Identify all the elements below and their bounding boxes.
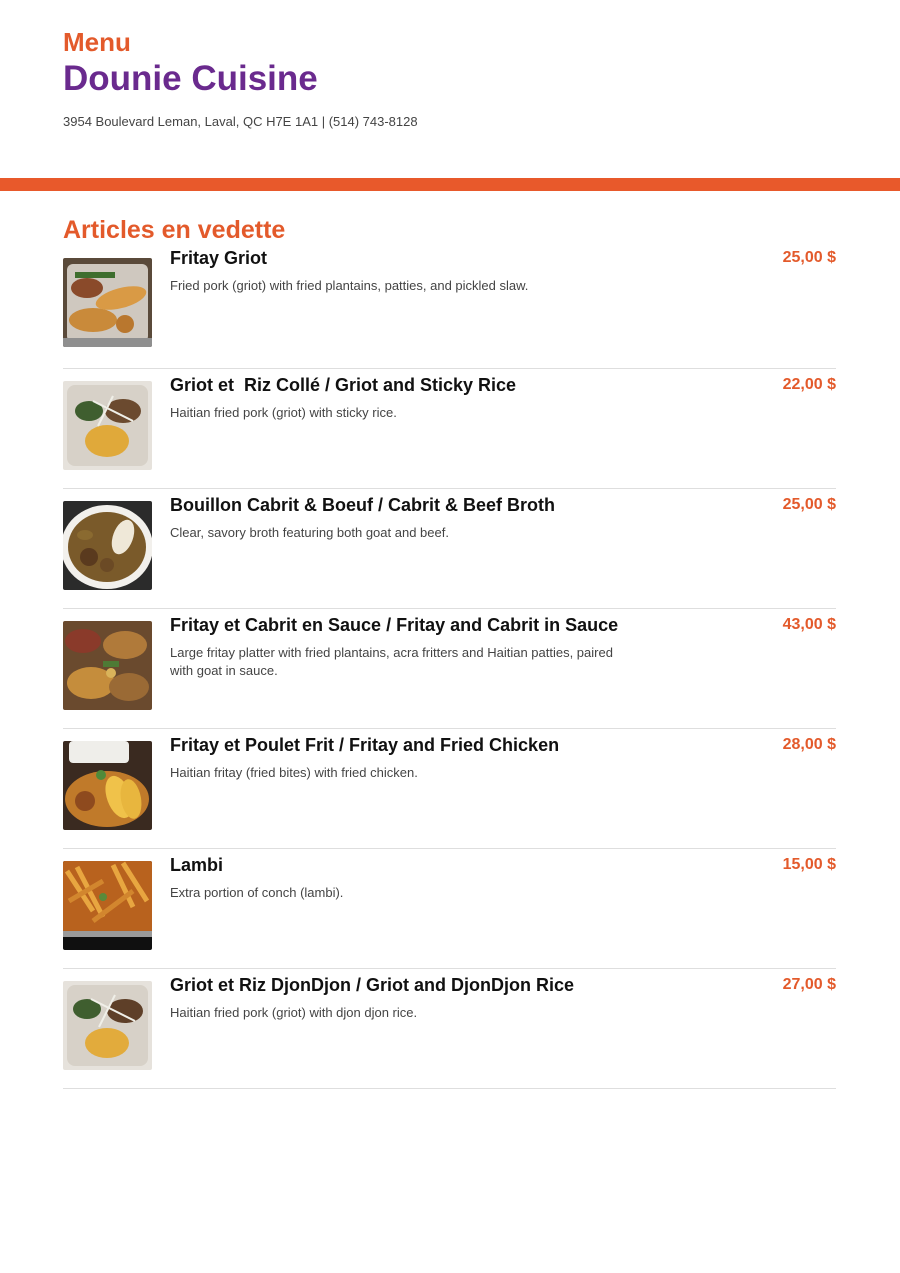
item-price: 28,00 $: [782, 736, 836, 753]
menu-item[interactable]: Lambi Extra portion of conch (lambi). 15…: [63, 849, 836, 969]
item-name: Fritay et Cabrit en Sauce / Fritay and C…: [170, 615, 619, 635]
item-description: Haitian fried pork (griot) with sticky r…: [170, 405, 397, 420]
item-name: Griot et Riz DjonDjon / Griot and DjonDj…: [170, 975, 574, 995]
item-name: Bouillon Cabrit & Boeuf / Cabrit & Beef …: [170, 495, 555, 515]
item-description: Fried pork (griot) with fried plantains,…: [170, 278, 529, 293]
item-description: Haitian fried pork (griot) with djon djo…: [170, 1005, 418, 1020]
accent-divider: [0, 178, 900, 191]
menu-item[interactable]: Griot et Riz Collé / Griot and Sticky Ri…: [63, 369, 836, 489]
item-name: Griot et Riz Collé / Griot and Sticky Ri…: [170, 375, 517, 395]
menu-item[interactable]: Griot et Riz DjonDjon / Griot and DjonDj…: [63, 969, 836, 1089]
food-photo: [63, 621, 152, 710]
address-line: 3954 Boulevard Leman, Laval, QC H7E 1A1 …: [63, 114, 418, 129]
featured-section: Articles en vedette Fritay Griot Fried p…: [63, 214, 836, 1089]
section-title: Articles en vedette: [63, 216, 286, 244]
item-name: Fritay et Poulet Frit / Fritay and Fried…: [170, 735, 560, 755]
food-photo: [63, 981, 152, 1070]
item-name: Fritay Griot: [170, 248, 268, 268]
restaurant-name: Dounie Cuisine: [63, 59, 318, 98]
item-price: 15,00 $: [782, 856, 836, 873]
menu-label: Menu: [63, 27, 131, 57]
item-price: 25,00 $: [782, 249, 836, 266]
item-description: Haitian fritay (fried bites) with fried …: [170, 765, 418, 780]
item-description: Extra portion of conch (lambi).: [170, 885, 344, 900]
menu-item-list: Fritay Griot Fried pork (griot) with fri…: [63, 248, 836, 1089]
item-price: 25,00 $: [782, 496, 836, 513]
food-photo: [63, 258, 152, 347]
menu-item[interactable]: Fritay et Poulet Frit / Fritay and Fried…: [63, 729, 836, 849]
food-photo: [63, 501, 152, 590]
item-name: Lambi: [170, 855, 224, 875]
menu-header: Menu Dounie Cuisine 3954 Boulevard Leman…: [63, 26, 843, 130]
food-photo: [63, 861, 152, 950]
food-photo: [63, 381, 152, 470]
item-price: 22,00 $: [782, 376, 836, 393]
item-price: 43,00 $: [782, 616, 836, 633]
item-description: Clear, savory broth featuring both goat …: [170, 525, 449, 540]
item-price: 27,00 $: [782, 976, 836, 993]
food-photo: [63, 741, 152, 830]
menu-item[interactable]: Fritay Griot Fried pork (griot) with fri…: [63, 248, 836, 369]
menu-item[interactable]: Fritay et Cabrit en Sauce / Fritay and C…: [63, 609, 836, 729]
item-description: Large fritay platter with fried plantain…: [170, 645, 613, 678]
menu-item[interactable]: Bouillon Cabrit & Boeuf / Cabrit & Beef …: [63, 489, 836, 609]
